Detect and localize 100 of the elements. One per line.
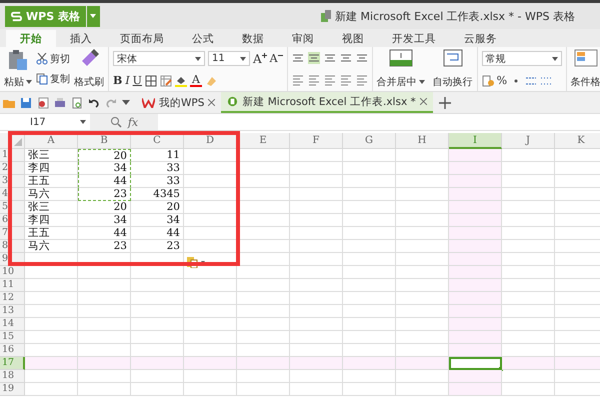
row-header[interactable]: 11 [0,279,25,292]
column-header[interactable]: E [237,133,290,149]
table-cell [184,357,237,370]
table-cell [25,279,78,292]
eraser-icon [204,74,217,86]
conditional-format-button[interactable]: 条件格 [570,75,600,89]
ribbon-tab[interactable]: 开发工具 [378,30,450,47]
merge-center-button[interactable]: 合并居中 [376,75,425,89]
decrease-font-button[interactable]: A [270,52,283,65]
table-cell [502,266,555,279]
row-header[interactable]: 18 [0,370,25,383]
app-dropdown-button[interactable] [86,6,100,26]
export-icon[interactable] [37,96,49,108]
column-header[interactable]: K [555,133,600,149]
bold-button[interactable]: B [113,74,122,87]
close-icon[interactable] [420,98,427,105]
column-header[interactable]: I [449,133,502,149]
align-icon [308,52,320,64]
column-header[interactable]: G [343,133,396,149]
table-cell: 44 [78,175,131,188]
table-cell: 20 [78,149,131,162]
name-box[interactable]: I17 [26,116,90,128]
row-header[interactable]: 14 [0,318,25,331]
font-size-field[interactable]: 11 [208,51,250,66]
document-tab[interactable]: 新建 Microsoft Excel 工作表.xlsx * [221,92,433,113]
currency-icon [482,74,494,86]
row-header[interactable]: 16 [0,344,25,357]
row-header[interactable]: 13 [0,305,25,318]
table-cell [449,266,502,279]
table-cell: 李四 [25,162,78,175]
table-cell [131,305,184,318]
paste-options-icon[interactable] [186,256,206,268]
table-cell [449,162,502,175]
row-header[interactable]: 17 [0,357,25,370]
paste-button[interactable]: 粘贴 [4,75,32,89]
table-cell [78,331,131,344]
caret-icon[interactable] [122,100,130,106]
search-icon[interactable] [110,116,122,128]
row-header[interactable]: 15 [0,331,25,344]
table-cell [343,162,396,175]
active-cell[interactable] [449,357,502,370]
table-cell: 20 [78,201,131,214]
borders-icon [144,74,157,86]
table-cell [449,201,502,214]
print-icon[interactable] [54,96,66,108]
table-cell [449,370,502,383]
ribbon-tab[interactable]: 公式 [178,30,228,47]
table-cell: 33 [131,162,184,175]
font-name-field[interactable]: 宋体 [113,51,205,66]
new-tab-icon[interactable] [438,96,451,108]
table-cell [290,227,343,240]
ribbon-tab[interactable]: 数据 [228,30,278,47]
cut-button[interactable]: 剪切 [36,52,70,66]
table-cell [343,279,396,292]
increase-decimal-icon [525,74,538,86]
ribbon-tab[interactable]: 审阅 [278,30,328,47]
font-color-button[interactable]: A [190,74,202,86]
column-header[interactable]: J [502,133,555,149]
format-painter-button[interactable]: 格式刷 [74,75,104,89]
table-cell [502,227,555,240]
table-cell [131,383,184,396]
copy-button[interactable]: 复制 [36,72,70,86]
underline-button[interactable]: U [132,74,142,87]
number-format-field[interactable]: 常规 [482,51,562,66]
close-icon[interactable] [208,99,216,106]
table-cell: 马六 [25,240,78,253]
wrap-text-button[interactable]: 自动换行 [432,75,473,89]
column-header[interactable]: F [290,133,343,149]
increase-font-button[interactable]: A [253,52,267,66]
table-cell [502,383,555,396]
ribbon-tab[interactable]: 页面布局 [106,30,178,47]
clipboard-icon [8,49,28,71]
table-cell [343,331,396,344]
ribbon-tab[interactable]: 云服务 [450,30,511,47]
table-cell [502,292,555,305]
table-cell [290,357,343,370]
table-cell [449,149,502,162]
s-logo-icon [11,10,22,22]
ribbon-tab[interactable]: 开始 [6,30,56,47]
table-cell: 李四 [25,214,78,227]
row-header[interactable]: 10 [0,266,25,279]
save-icon[interactable] [20,96,32,108]
undo-icon[interactable] [88,96,100,108]
print-preview-icon[interactable] [71,96,83,108]
ribbon-tab[interactable]: 插入 [56,30,106,47]
caret-icon [26,80,32,84]
ribbon-tab[interactable]: 视图 [328,30,378,47]
table-cell [131,266,184,279]
row-header[interactable]: 12 [0,292,25,305]
table-cell [449,279,502,292]
redo-icon[interactable] [105,96,117,108]
table-cell [237,201,290,214]
percent-button[interactable]: % [496,74,508,87]
column-header[interactable]: H [396,133,449,149]
document-tab[interactable]: 我的WPS [136,92,222,113]
function-button[interactable]: fx [128,116,138,128]
italic-button[interactable]: I [125,74,130,87]
app-menu-button[interactable]: WPS 表格 [5,6,86,26]
table-cell [237,331,290,344]
row-header[interactable]: 19 [0,383,25,396]
